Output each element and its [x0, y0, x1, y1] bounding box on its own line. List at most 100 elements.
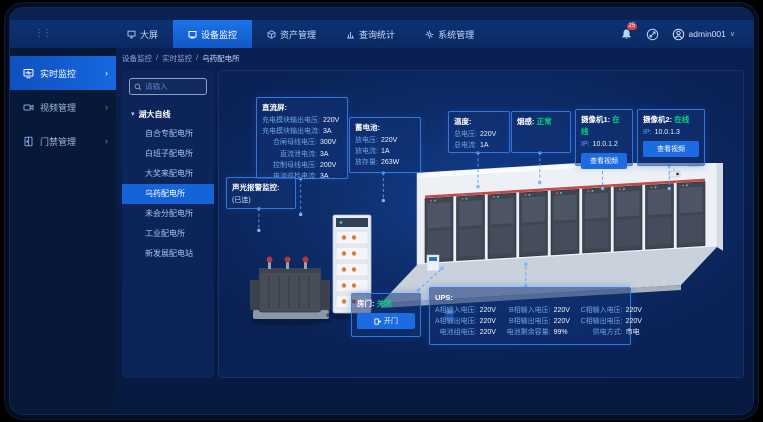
tree-item[interactable]: 自合专配电所 — [122, 124, 214, 144]
door-panel: 房门: 关闭 开门 — [351, 293, 421, 337]
camera-ip: 10.0.1.3 — [655, 127, 680, 138]
asset-icon — [267, 30, 276, 39]
breadcrumb: 设备监控 / 实时监控 / 乌药配电所 — [122, 53, 240, 64]
field-label: 放存量: — [355, 157, 378, 168]
breadcrumb-part[interactable]: 设备监控 — [122, 53, 152, 64]
status-badge: 关闭 — [377, 299, 392, 308]
chevron-right-icon: › — [105, 136, 108, 146]
tree-item[interactable]: 未会分配电所 — [122, 204, 214, 224]
nav-tab-system[interactable]: 系统管理 — [410, 20, 489, 48]
camera1-panel: 摄像机1: 在线 IP:10.0.1.2 查看视频 — [575, 109, 633, 166]
field-value: 3A — [320, 149, 342, 160]
fullscreen-icon[interactable] — [646, 28, 659, 41]
stats-icon — [346, 30, 355, 39]
smoke-sensor-panel: 烟感: 正常 — [511, 111, 571, 153]
caret-down-icon: ▾ — [131, 110, 135, 118]
view-video-button[interactable]: 查看视频 — [581, 153, 627, 169]
alarm-status: (已连) — [232, 195, 290, 206]
dc-screen-panel: 直流屏: 充电模块输出电压:220V 充电模块输出电流:3A 合闸母线电压:30… — [256, 97, 348, 179]
field-label: 供电方式: — [581, 327, 623, 338]
breadcrumb-separator: / — [156, 53, 158, 64]
panel-title: 温度: — [454, 116, 504, 128]
field-value: 3A — [323, 126, 345, 137]
app-screen: ⋮⋮ 大屏 设备监控 资产管理 查询统计 系统管理 — [0, 0, 763, 422]
breadcrumb-current: 乌药配电所 — [202, 53, 240, 64]
sidebar: 实时监控 › 视频管理 › 门禁管理 › — [10, 48, 116, 414]
ups-panel: UPS: A相输入电压:220V B相输入电压:220V C相输入电压:220V… — [429, 287, 631, 345]
station-tree: ▾ 湖大自线 自合专配电所 白班子配电所 大奖来配电所 乌药配电所 未会分配电所… — [122, 104, 214, 264]
monitor-icon — [188, 30, 197, 39]
nav-tab-device-monitor[interactable]: 设备监控 — [173, 20, 252, 48]
breadcrumb-separator: / — [196, 53, 198, 64]
search-input[interactable] — [145, 82, 202, 91]
field-label: 放电流: — [355, 146, 378, 157]
ups-grid: A相输入电压:220V B相输入电压:220V C相输入电压:220V A相输出… — [435, 305, 625, 339]
field-value: 220V — [480, 327, 502, 338]
realtime-monitor-icon — [23, 68, 34, 79]
nav-tab-assets[interactable]: 资产管理 — [252, 20, 331, 48]
field-value: 1A — [381, 146, 403, 157]
chevron-down-icon: ∨ — [730, 30, 735, 38]
field-label: B相输入电压: — [507, 305, 551, 316]
username: admin001 — [689, 29, 726, 39]
nav-right-cluster: 25 admin001 ∨ — [620, 20, 753, 48]
panel-title: UPS: — [435, 292, 625, 304]
panel-title: 声光报警监控: — [232, 182, 290, 194]
nav-tab-label: 资产管理 — [280, 28, 316, 41]
tree-item-selected[interactable]: 乌药配电所 — [122, 184, 214, 204]
field-label: 电池组电压: — [435, 327, 477, 338]
collapse-grip-icon[interactable]: ⋮⋮ — [34, 29, 50, 39]
app-window: ⋮⋮ 大屏 设备监控 资产管理 查询统计 系统管理 — [10, 8, 753, 414]
tree-item[interactable]: 白班子配电所 — [122, 144, 214, 164]
nav-tab-label: 查询统计 — [359, 28, 395, 41]
open-door-button[interactable]: 开门 — [357, 313, 415, 329]
panel-title: 房门: — [357, 299, 375, 308]
camera2-panel: 摄像机2: 在线 IP:10.0.1.3 查看视频 — [637, 109, 705, 166]
search-icon — [134, 83, 142, 91]
status-badge: 在线 — [674, 115, 689, 124]
notification-badge: 25 — [627, 23, 638, 30]
field-label: A相输出电压: — [435, 316, 477, 327]
field-value: 220V — [381, 135, 403, 146]
view-video-button[interactable]: 查看视频 — [643, 141, 699, 157]
field-value: 220V — [480, 305, 502, 316]
field-value: 220V — [480, 316, 502, 327]
avatar-icon — [672, 28, 685, 41]
field-value: 220V — [480, 129, 502, 140]
nav-tabs: 大屏 设备监控 资产管理 查询统计 系统管理 — [112, 20, 489, 48]
sidebar-item-video-management[interactable]: 视频管理 › — [10, 90, 116, 124]
screen-icon — [127, 30, 136, 39]
temperature-panel: 温度: 总电压:220V 总电流:1A — [448, 111, 510, 153]
nav-tab-dashboard[interactable]: 大屏 — [112, 20, 173, 48]
tree-item[interactable]: 新发展配电站 — [122, 244, 214, 264]
sidebar-item-realtime-monitor[interactable]: 实时监控 › — [10, 56, 116, 90]
notification-bell-icon[interactable]: 25 — [620, 28, 633, 41]
tree-search — [129, 78, 207, 95]
field-value: 220V — [554, 316, 576, 327]
3d-monitor-canvas[interactable]: 直流屏: 充电模块输出电压:220V 充电模块输出电流:3A 合闸母线电压:30… — [218, 70, 744, 378]
door-access-icon — [23, 136, 34, 147]
field-label: C相输入电压: — [581, 305, 623, 316]
nav-tab-label: 设备监控 — [201, 28, 237, 41]
nav-tab-statistics[interactable]: 查询统计 — [331, 20, 410, 48]
sound-light-alarm-panel: 声光报警监控: (已连) — [226, 177, 296, 209]
tree-item[interactable]: 工业配电所 — [122, 224, 214, 244]
field-value: 220V — [626, 305, 648, 316]
field-label: 电池剩余容量: — [507, 327, 551, 338]
field-label: 直流泄电流: — [262, 149, 317, 160]
tree-parent-node[interactable]: ▾ 湖大自线 — [122, 104, 214, 124]
field-label: 合闸母线电压: — [262, 137, 317, 148]
chevron-right-icon: › — [105, 102, 108, 112]
sidebar-item-door-access[interactable]: 门禁管理 › — [10, 124, 116, 158]
battery-panel: 蓄电池: 放电压:220V 放电流:1A 放存量:263W — [349, 117, 421, 173]
tree-item[interactable]: 大奖来配电所 — [122, 164, 214, 184]
panel-title: 摄像机1: — [581, 115, 610, 124]
breadcrumb-part[interactable]: 实时监控 — [162, 53, 192, 64]
field-label: IP: — [643, 127, 652, 138]
camera-ip: 10.0.1.2 — [593, 139, 618, 150]
field-label: 控制母线电压: — [262, 160, 317, 171]
top-navigation: ⋮⋮ 大屏 设备监控 资产管理 查询统计 系统管理 — [10, 20, 753, 48]
panel-title: 烟感: — [517, 117, 535, 126]
field-label: B相输出电压: — [507, 316, 551, 327]
user-menu[interactable]: admin001 ∨ — [672, 28, 735, 41]
